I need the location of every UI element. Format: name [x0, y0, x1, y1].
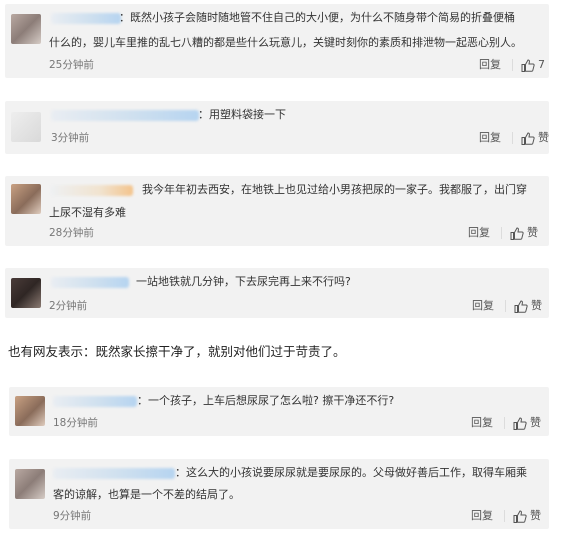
- comment-card: ：这么大的小孩说要尿尿就是要尿尿的。父母做好善后工作，取得车厢乘 客的谅解，也算…: [9, 459, 549, 529]
- thumbs-up-icon: [521, 131, 535, 145]
- divider: [505, 300, 506, 312]
- comment-card: 我今年年初去西安，在地铁上也见过给小男孩把尿的一家子。我都服了，出门穿 上尿不湿…: [5, 176, 549, 246]
- comment-card: 一站地铁就几分钟，下去尿完再上来不行吗? 2分钟前 回复 赞: [5, 268, 549, 318]
- username-blurred[interactable]: [53, 468, 175, 479]
- comment-text: ：用塑料袋接一下: [198, 108, 286, 121]
- thumbs-up-icon: [521, 58, 535, 72]
- like-label: 赞: [530, 416, 541, 429]
- comment-time: 18分钟前: [53, 417, 98, 429]
- comment-card: ：既然小孩子会随时随地管不住自己的大小便，为什么不随身带个简易的折叠便桶 什么的…: [5, 4, 549, 78]
- comment-text-cont: 什么的，婴儿车里推的乱七八糟的都是些什么玩意儿，关键时刻你的素质和排泄物一起恶心…: [49, 36, 522, 49]
- user-avatar[interactable]: [15, 396, 45, 426]
- comment-card: ：一个孩子，上车后想尿尿了怎么啦? 擦干净还不行? 18分钟前 回复 赞: [9, 387, 549, 436]
- comment-text: 我今年年初去西安，在地铁上也见过给小男孩把尿的一家子。我都服了，出门穿: [142, 183, 527, 196]
- user-avatar[interactable]: [11, 112, 41, 142]
- username-blurred[interactable]: [51, 277, 129, 288]
- comment-text: ：这么大的小孩说要尿尿就是要尿尿的。父母做好善后工作，取得车厢乘: [175, 466, 527, 479]
- comment-time: 25分钟前: [49, 59, 94, 71]
- user-avatar[interactable]: [11, 14, 41, 44]
- reply-button[interactable]: 回复: [472, 299, 494, 313]
- comment-time: 28分钟前: [49, 227, 94, 239]
- thumbs-up-icon: [513, 416, 527, 430]
- divider: [512, 59, 513, 71]
- like-label: 赞: [538, 131, 549, 144]
- comment-card: ：用塑料袋接一下 3分钟前 回复 赞: [5, 101, 549, 154]
- comment-text: ：一个孩子，上车后想尿尿了怎么啦? 擦干净还不行?: [137, 394, 395, 407]
- username-blurred[interactable]: [53, 396, 137, 407]
- like-button[interactable]: 赞: [514, 299, 542, 313]
- reply-button[interactable]: 回复: [479, 58, 501, 72]
- article-paragraph: 也有网友表示：既然家长擦干净了，就别对他们过于苛责了。: [8, 344, 346, 359]
- reply-button[interactable]: 回复: [479, 131, 501, 145]
- comment-time: 9分钟前: [53, 510, 92, 522]
- like-button[interactable]: 赞: [521, 131, 549, 145]
- thumbs-up-icon: [510, 226, 524, 240]
- user-avatar[interactable]: [11, 184, 41, 214]
- reply-button[interactable]: 回复: [468, 226, 490, 240]
- username-blurred[interactable]: [51, 185, 133, 196]
- username-blurred[interactable]: [51, 13, 121, 24]
- divider: [504, 510, 505, 522]
- user-avatar[interactable]: [15, 469, 45, 499]
- reply-button[interactable]: 回复: [471, 416, 493, 430]
- like-label: 赞: [530, 509, 541, 522]
- comment-time: 3分钟前: [51, 132, 90, 144]
- comment-time: 2分钟前: [49, 300, 88, 312]
- thumbs-up-icon: [514, 299, 528, 313]
- comment-text: 一站地铁就几分钟，下去尿完再上来不行吗?: [136, 275, 351, 288]
- divider: [512, 132, 513, 144]
- like-button[interactable]: 7: [521, 58, 545, 72]
- like-button[interactable]: 赞: [510, 226, 538, 240]
- username-blurred[interactable]: [51, 110, 199, 121]
- like-button[interactable]: 赞: [513, 509, 541, 523]
- like-count: 7: [538, 58, 545, 71]
- like-label: 赞: [531, 299, 542, 312]
- like-label: 赞: [527, 226, 538, 239]
- thumbs-up-icon: [513, 509, 527, 523]
- user-avatar[interactable]: [11, 278, 41, 308]
- comment-text-cont: 客的谅解，也算是一个不差的结局了。: [53, 488, 240, 501]
- comment-text: ：既然小孩子会随时随地管不住自己的大小便，为什么不随身带个简易的折叠便桶: [119, 11, 515, 24]
- like-button[interactable]: 赞: [513, 416, 541, 430]
- comment-text-cont: 上尿不湿有多难: [49, 206, 126, 219]
- divider: [501, 227, 502, 239]
- reply-button[interactable]: 回复: [471, 509, 493, 523]
- divider: [504, 417, 505, 429]
